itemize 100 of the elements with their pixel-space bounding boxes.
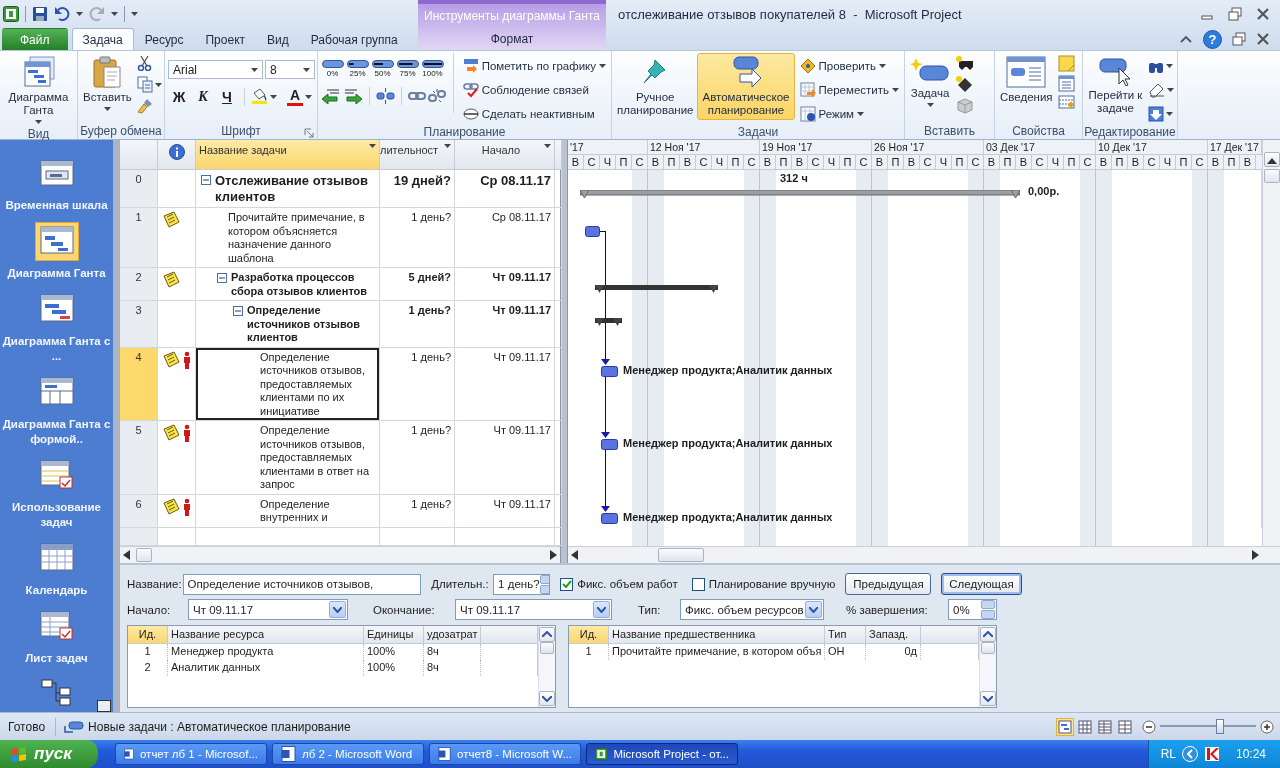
taskbar-button[interactable]: Microsoft Project - от... [586, 743, 738, 765]
chevron-up-icon[interactable] [1179, 33, 1193, 45]
ribbon-command[interactable]: Проверить [797, 55, 901, 76]
close-icon[interactable] [1256, 7, 1270, 21]
zoom-in-icon[interactable] [1260, 719, 1274, 734]
next-button[interactable]: Следующая [941, 573, 1022, 595]
fill-down-icon[interactable] [1148, 105, 1164, 122]
view-shortcut-button[interactable] [1076, 717, 1094, 736]
indent-icon[interactable] [343, 87, 363, 104]
column-header[interactable]: удозатрат [424, 625, 481, 644]
font-color-button[interactable]: A [287, 87, 304, 106]
tray-icon[interactable] [1203, 746, 1220, 762]
scroll-left-icon[interactable] [122, 550, 130, 560]
view-shortcut-button[interactable] [1056, 717, 1074, 736]
percent-complete-button[interactable]: 0% [321, 59, 344, 78]
ribbon-command[interactable]: Режим [797, 103, 901, 124]
scroll-to-task-button[interactable]: Перейти к задаче [1086, 53, 1145, 118]
checkbox[interactable]: Фикс. объем работ [560, 577, 678, 591]
horizontal-scrollbar[interactable] [568, 546, 1262, 563]
eraser-icon[interactable] [1148, 81, 1165, 98]
percent-complete-button[interactable]: 25% [346, 59, 369, 78]
column-header[interactable]: Ид. [128, 625, 168, 644]
view-shortcut-button[interactable] [1096, 717, 1114, 736]
help-button[interactable]: ? [1203, 29, 1222, 49]
start-date-field[interactable]: Чт 09.11.17 [188, 599, 348, 621]
ribbon-tab[interactable]: Рабочая группа [299, 28, 409, 50]
percent-complete-field[interactable]: 0% [948, 599, 997, 621]
ribbon-command[interactable]: Сделать неактивным [460, 103, 608, 124]
row-number[interactable]: 4 [120, 347, 158, 421]
paint-bucket-icon[interactable] [251, 88, 268, 105]
brush-icon[interactable] [136, 98, 153, 114]
ribbon-tab[interactable]: Проект [194, 28, 256, 50]
column-header[interactable]: Название предшественника [609, 625, 825, 644]
manual-schedule-button[interactable]: Ручное планирование [615, 53, 696, 120]
outdent-icon[interactable] [321, 87, 341, 104]
column-header[interactable]: лительност [380, 140, 455, 170]
checkbox[interactable]: Планирование вручную [691, 577, 836, 591]
scrollbar-thumb[interactable] [658, 548, 704, 562]
status-text[interactable]: Новые задачи : Автоматическое планирование [88, 719, 351, 734]
view-item[interactable]: Диаграмма Ганта с ... [2, 290, 111, 364]
column-header[interactable]: Тип [825, 625, 866, 644]
zoom-out-icon[interactable] [1142, 719, 1156, 734]
information-button[interactable]: Сведения [998, 53, 1055, 107]
scissors-icon[interactable] [136, 55, 153, 71]
percent-complete-button[interactable]: 75% [396, 59, 419, 78]
undo-icon[interactable] [54, 6, 70, 22]
row-number[interactable]: 3 [120, 301, 158, 348]
view-item[interactable]: Временная шкала [2, 154, 111, 213]
percent-complete-button[interactable]: 50% [371, 59, 394, 78]
row-number[interactable]: 1 [120, 208, 158, 268]
scroll-right-icon[interactable] [550, 550, 558, 560]
scrollbar-thumb[interactable] [136, 548, 152, 562]
sparkle-diamond-icon[interactable] [955, 75, 975, 93]
finish-date-field[interactable]: Чт 09.11.17 [455, 599, 612, 621]
customize-icon[interactable] [131, 12, 138, 16]
close-icon[interactable] [1256, 32, 1270, 46]
split-task-icon[interactable] [376, 86, 395, 105]
column-header[interactable]: Начало [455, 140, 555, 170]
ribbon-tab[interactable]: Файл [2, 28, 68, 50]
view-item[interactable]: Лист задач [2, 607, 111, 666]
view-item[interactable]: Использование задач [2, 456, 111, 530]
ribbon-command[interactable]: Пометить по графику [460, 55, 608, 76]
view-item[interactable]: Календарь [2, 539, 111, 598]
percent-complete-button[interactable]: 100% [421, 59, 444, 78]
copy-icon[interactable] [136, 76, 153, 93]
row-number[interactable]: 6 [120, 494, 158, 528]
paste-button[interactable]: Вставить [81, 53, 134, 114]
vertical-scrollbar[interactable] [538, 625, 555, 707]
insert-task-button[interactable]: Задача [908, 53, 952, 110]
ribbon-command[interactable]: Переместить [797, 79, 901, 100]
ribbon-tab[interactable]: Вид [256, 28, 300, 50]
collapse-icon[interactable] [201, 175, 211, 185]
collapse-icon[interactable] [217, 273, 227, 283]
restore-icon[interactable] [1232, 32, 1246, 46]
view-shortcut-button[interactable] [1116, 717, 1134, 736]
row-number[interactable]: 5 [120, 421, 158, 495]
ribbon-tab[interactable]: Ресурс [133, 28, 195, 50]
scroll-down-button[interactable] [97, 700, 111, 712]
previous-button[interactable]: Предыдущая [845, 573, 932, 595]
column-header[interactable]: Название ресурса [168, 625, 364, 644]
font-family-field[interactable]: Arial [168, 60, 263, 79]
spin-buttons[interactable] [981, 600, 995, 620]
horizontal-scrollbar[interactable] [120, 546, 560, 563]
auto-schedule-button[interactable]: Автоматическое планирование [697, 53, 795, 120]
sparkle-summary-icon[interactable] [955, 55, 975, 72]
scrollbar-thumb[interactable] [1263, 169, 1280, 183]
row-number[interactable]: 2 [120, 268, 158, 301]
scroll-up-button[interactable] [1263, 152, 1280, 167]
add-table-icon[interactable] [1057, 95, 1075, 111]
scroll-left-icon[interactable] [570, 550, 578, 560]
ribbon-tab[interactable]: Формат [418, 28, 606, 50]
view-item[interactable]: Диаграмма Ганта [2, 222, 111, 281]
collapse-icon[interactable] [233, 306, 243, 316]
column-header[interactable]: Ид. [569, 625, 609, 644]
spin-buttons[interactable] [539, 574, 550, 594]
column-header[interactable]: Единицы [364, 625, 424, 644]
duration-field[interactable]: 1 день? [493, 573, 551, 595]
name-field[interactable]: Определение источников отзывов, [182, 573, 422, 595]
save-icon[interactable] [32, 6, 48, 22]
vertical-scrollbar[interactable] [979, 625, 996, 707]
